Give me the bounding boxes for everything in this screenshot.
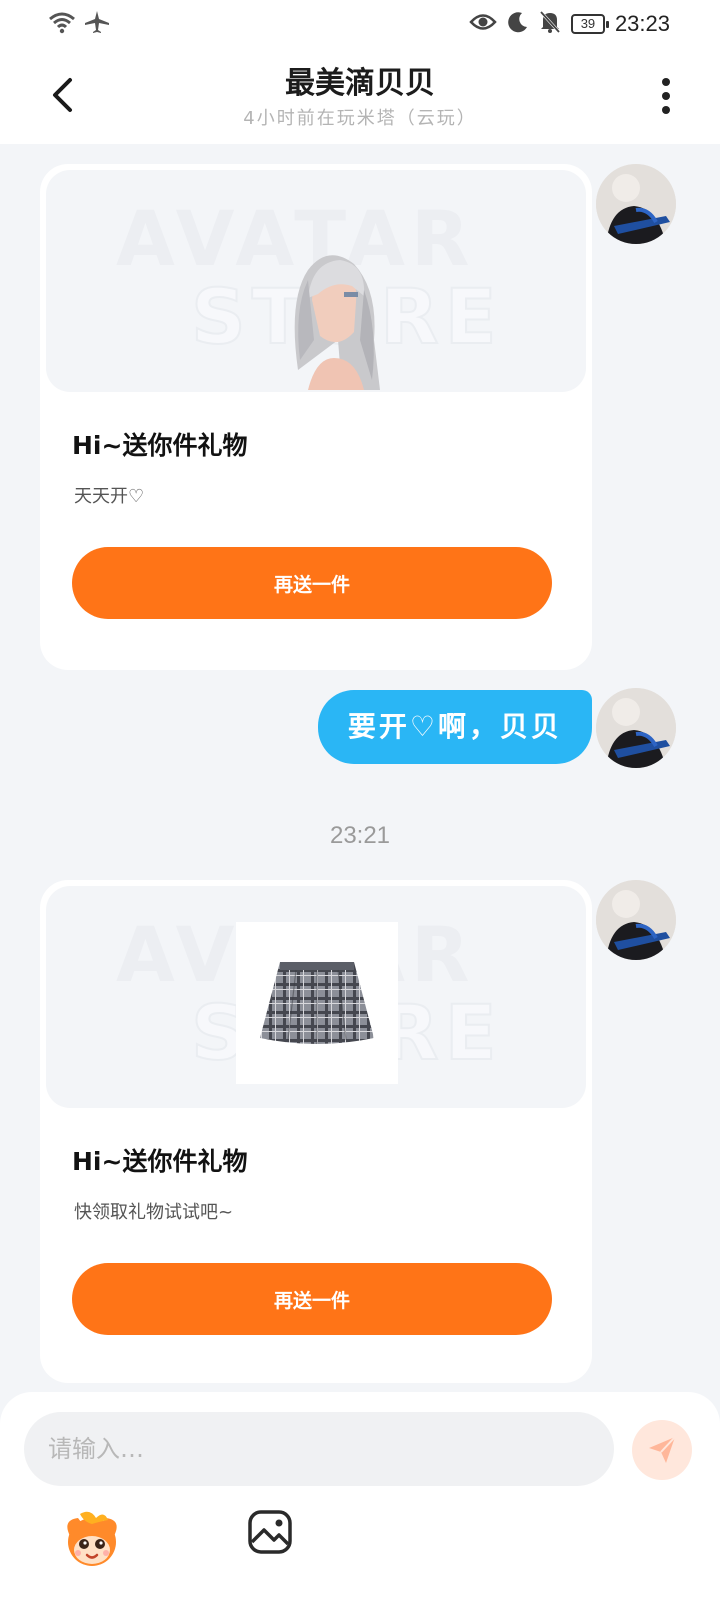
avatar[interactable]: [596, 688, 676, 768]
image-icon: [248, 1510, 292, 1554]
gift-card: AVATAR STORE Hi~送你件礼物 天天开♡ 再送一件: [40, 164, 592, 670]
avatar[interactable]: [596, 164, 676, 244]
status-right: 39 23:23: [469, 10, 670, 38]
input-panel: [0, 1392, 720, 1600]
gift-image-area[interactable]: AVATAR STORE: [46, 886, 586, 1108]
user-avatar-image: [596, 688, 676, 768]
send-icon: [649, 1436, 676, 1463]
status-bar: 39 23:23: [0, 0, 720, 48]
gift-card: AVATAR STORE Hi~送你件礼物 快领取礼: [40, 880, 592, 1383]
gift-description: 快领取礼物试试吧~: [74, 1202, 234, 1223]
battery-indicator: 39: [570, 14, 609, 34]
hair-item-image: [294, 255, 380, 390]
status-time: 23:23: [614, 11, 670, 36]
avatar[interactable]: [596, 880, 676, 960]
user-avatar-image: [596, 880, 676, 960]
skirt-item-image: [260, 962, 374, 1044]
send-another-button[interactable]: 再送一件: [72, 547, 552, 619]
more-vertical-icon: [662, 78, 670, 114]
send-another-button[interactable]: 再送一件: [72, 1263, 552, 1335]
image-picker-button[interactable]: [246, 1508, 294, 1556]
message-bubble[interactable]: 要开♡啊，贝贝: [317, 690, 592, 764]
wifi-icon: [48, 10, 76, 38]
mascot-button[interactable]: [60, 1510, 124, 1570]
item-thumbnail: [236, 922, 398, 1084]
send-button[interactable]: [632, 1420, 692, 1480]
contact-status: 4小时前在玩米塔（云玩）: [243, 108, 477, 129]
message-timestamp: 23:21: [329, 822, 391, 849]
bell-muted-icon: [539, 10, 561, 38]
more-options-button[interactable]: [646, 72, 686, 120]
contact-name: 最美滴贝贝: [285, 66, 435, 101]
user-avatar-image: [596, 164, 676, 244]
chat-header: 最美滴贝贝 4小时前在玩米塔（云玩）: [0, 48, 720, 144]
gift-title: Hi~送你件礼物: [72, 431, 248, 460]
mascot-icon: [67, 1511, 117, 1566]
status-left: [48, 10, 110, 38]
airplane-icon: [84, 10, 110, 38]
gift-description: 天天开♡: [74, 486, 145, 507]
gift-title: Hi~送你件礼物: [72, 1147, 248, 1176]
message-input[interactable]: [24, 1412, 614, 1486]
gift-image-area[interactable]: AVATAR STORE: [46, 170, 586, 392]
moon-icon: [507, 11, 529, 37]
eye-icon: [469, 11, 497, 37]
